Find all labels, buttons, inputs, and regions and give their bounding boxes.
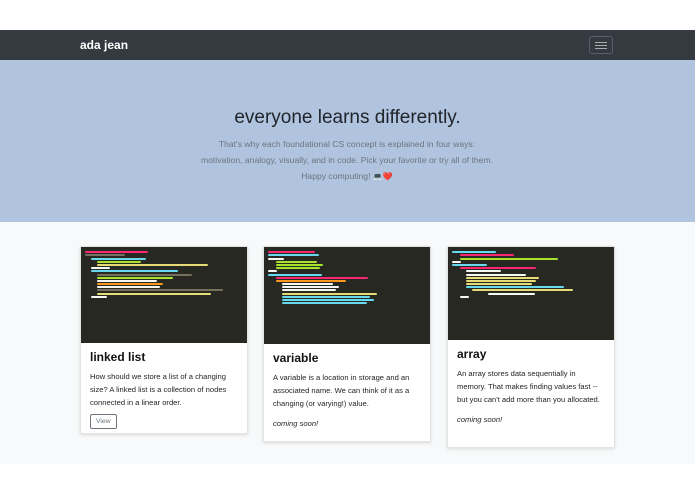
card-array: array An array stores data sequentially …: [447, 246, 615, 448]
code-screenshot-image: [81, 247, 247, 343]
hamburger-icon-bar: [595, 44, 607, 46]
computer-heart-icon: 💻❤️: [372, 172, 393, 181]
hero-jumbotron: everyone learns differently. That's why …: [0, 60, 695, 222]
card-text: An array stores data sequentially in mem…: [457, 369, 600, 404]
navbar: ada jean: [0, 30, 695, 60]
navbar-toggler-button[interactable]: [589, 36, 613, 54]
hero-lead: That's why each foundational CS concept …: [197, 136, 497, 185]
code-screenshot-image: [264, 247, 430, 344]
card-title: linked list: [90, 350, 146, 364]
hero-title: everyone learns differently.: [234, 107, 461, 128]
card-title: variable: [273, 351, 319, 365]
brand-logo[interactable]: ada jean: [80, 38, 128, 52]
hamburger-icon-bar: [595, 41, 607, 43]
code-screenshot-image: [448, 247, 614, 340]
hamburger-icon-bar: [595, 47, 607, 49]
coming-soon-note: coming soon!: [273, 419, 319, 428]
hero-lead-text: That's why each foundational CS concept …: [200, 139, 493, 181]
card-text: A variable is a location in storage and …: [273, 373, 410, 408]
card-text: How should we store a list of a changing…: [90, 372, 227, 407]
card-linked-list: linked list How should we store a list o…: [80, 246, 248, 434]
card-body: array An array stores data sequentially …: [448, 340, 614, 431]
card-body: variable A variable is a location in sto…: [264, 344, 430, 435]
card-variable: variable A variable is a location in sto…: [263, 246, 431, 442]
card-title: array: [457, 347, 487, 361]
coming-soon-note: coming soon!: [457, 415, 503, 424]
album-section: linked list How should we store a list o…: [0, 222, 695, 464]
card-body: linked list How should we store a list o…: [81, 343, 247, 436]
view-button[interactable]: View: [90, 414, 117, 429]
